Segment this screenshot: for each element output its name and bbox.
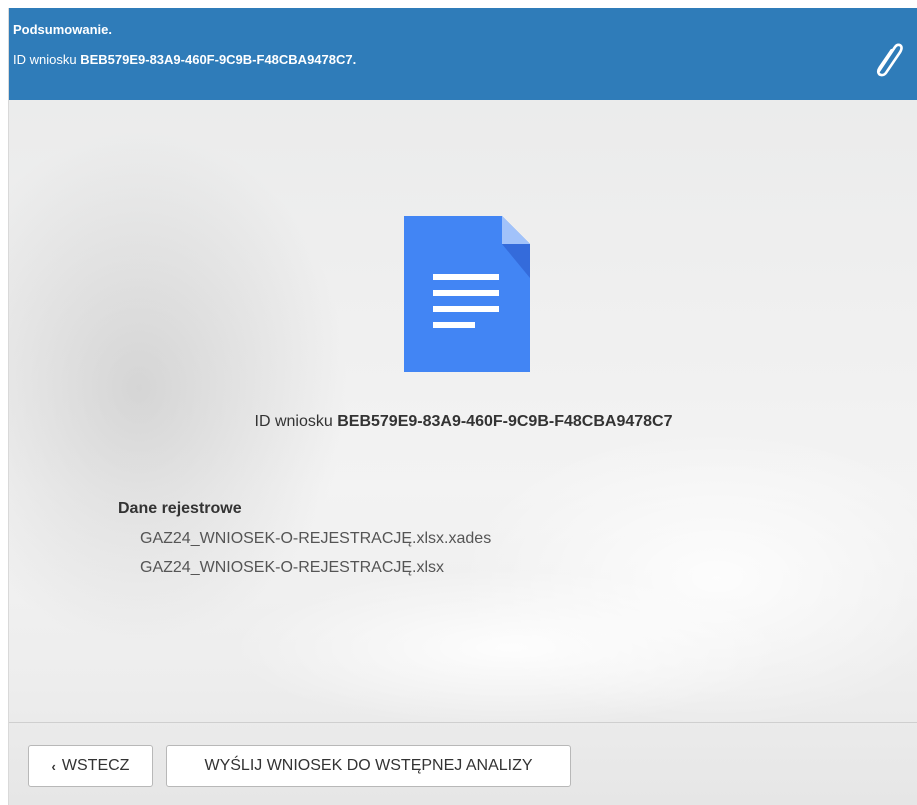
file-item: GAZ24_WNIOSEK-O-REJESTRACJĘ.xlsx.xades xyxy=(140,530,492,547)
chevron-left-icon: ‹ xyxy=(51,758,56,774)
request-id-line: ID wniosku BEB579E9-83A9-460F-9C9B-F48CB… xyxy=(9,413,917,431)
request-id-prefix: ID wniosku xyxy=(254,413,333,430)
header-request-id: ID wniosku BEB579E9-83A9-460F-9C9B-F48CB… xyxy=(13,52,356,67)
send-request-button[interactable]: WYŚLIJ WNIOSEK DO WSTĘPNEJ ANALIZY xyxy=(166,745,571,787)
paperclip-icon[interactable] xyxy=(870,38,906,78)
request-id-value: BEB579E9-83A9-460F-9C9B-F48CBA9478C7 xyxy=(337,413,673,430)
back-button[interactable]: ‹ WSTECZ xyxy=(28,745,153,787)
registry-data-title: Dane rejestrowe xyxy=(118,500,242,517)
summary-panel: Podsumowanie. ID wniosku BEB579E9-83A9-4… xyxy=(8,8,917,805)
send-button-label: WYŚLIJ WNIOSEK DO WSTĘPNEJ ANALIZY xyxy=(204,757,533,774)
footer-toolbar: ‹ WSTECZ WYŚLIJ WNIOSEK DO WSTĘPNEJ ANAL… xyxy=(9,722,917,805)
header-title: Podsumowanie. xyxy=(13,22,112,37)
background-blur xyxy=(229,568,789,728)
header-id-value: BEB579E9-83A9-460F-9C9B-F48CBA9478C7. xyxy=(80,52,357,67)
back-button-label: WSTECZ xyxy=(61,757,130,774)
document-icon xyxy=(404,216,530,372)
file-item: GAZ24_WNIOSEK-O-REJESTRACJĘ.xlsx xyxy=(140,559,445,576)
header-id-prefix: ID wniosku xyxy=(13,52,77,67)
summary-header: Podsumowanie. ID wniosku BEB579E9-83A9-4… xyxy=(9,8,917,100)
